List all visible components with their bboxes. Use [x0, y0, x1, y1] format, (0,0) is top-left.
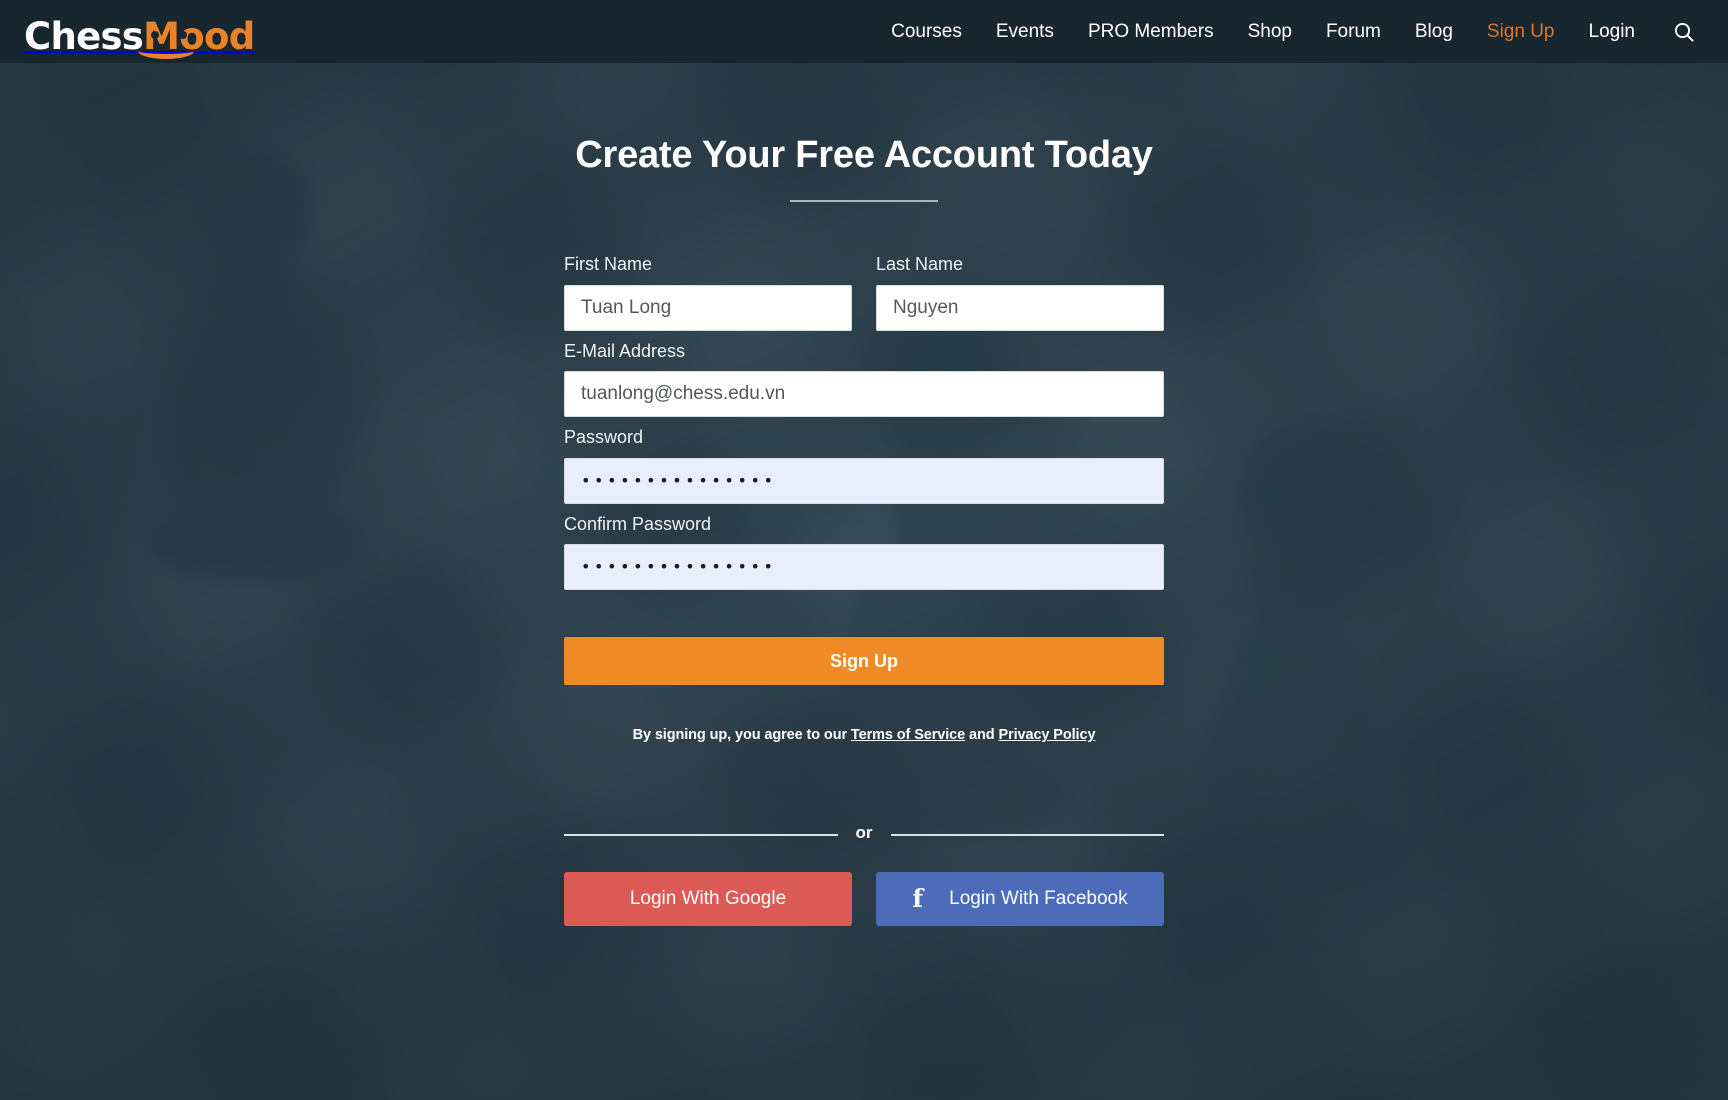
google-button-label: Login With Google	[629, 888, 787, 910]
confirm-password-label: Confirm Password	[564, 513, 712, 534]
confirm-password-field-group: Confirm Password •••••••••••••••	[564, 514, 1164, 591]
terms-of-service-link[interactable]: Terms of Service	[851, 727, 965, 743]
email-field-group: E-Mail Address	[564, 341, 1164, 418]
first-name-label: First Name	[564, 254, 653, 274]
nav-item-sign-up[interactable]: Sign Up	[1470, 0, 1572, 63]
logo-text-chess: Chess	[24, 14, 144, 58]
or-divider: or	[564, 823, 1164, 845]
signup-page: ChessMood Courses Events PRO Members Sho…	[0, 0, 1728, 1100]
nav-item-shop[interactable]: Shop	[1231, 0, 1309, 63]
last-name-input[interactable]	[876, 284, 1164, 331]
login-with-facebook-button[interactable]: f Login With Facebook	[876, 872, 1164, 927]
or-divider-line-left	[564, 834, 838, 837]
name-row: First Name Last Name	[564, 254, 1164, 341]
nav-item-blog[interactable]: Blog	[1398, 0, 1470, 63]
search-icon	[1672, 20, 1696, 44]
nav-item-login[interactable]: Login	[1572, 0, 1653, 63]
signup-content: Create Your Free Account Today First Nam…	[0, 63, 1728, 927]
privacy-policy-link[interactable]: Privacy Policy	[998, 727, 1095, 743]
site-header: ChessMood Courses Events PRO Members Sho…	[0, 0, 1728, 63]
facebook-f-icon: f	[912, 883, 924, 913]
sign-up-submit-button[interactable]: Sign Up	[564, 637, 1164, 686]
confirm-password-input[interactable]: •••••••••••••••	[564, 544, 1164, 591]
last-name-label: Last Name	[876, 254, 964, 274]
facebook-button-label: Login With Facebook	[949, 888, 1128, 910]
email-input[interactable]	[564, 371, 1164, 418]
signup-form: First Name Last Name E-Mail Address Pass…	[564, 202, 1164, 743]
social-login-row: Login With Google f Login With Facebook	[564, 872, 1164, 927]
terms-middle-text: and	[965, 727, 999, 744]
login-with-google-button[interactable]: Login With Google	[564, 872, 852, 927]
first-name-field-group: First Name	[564, 254, 852, 331]
logo-chessmood[interactable]: ChessMood	[24, 9, 255, 59]
email-label: E-Mail Address	[564, 340, 686, 361]
logo-eye-right-icon	[179, 30, 187, 39]
password-label: Password	[564, 427, 644, 448]
password-field-group: Password •••••••••••••••	[564, 427, 1164, 504]
last-name-field-group: Last Name	[876, 254, 1164, 331]
or-divider-label: or	[855, 823, 873, 843]
terms-prefix-text: By signing up, you agree to our	[632, 727, 851, 744]
main-navigation: Courses Events PRO Members Shop Forum Bl…	[874, 0, 1728, 63]
or-divider-line-right	[890, 834, 1164, 837]
search-button[interactable]	[1652, 20, 1714, 44]
page-title: Create Your Free Account Today	[575, 134, 1153, 176]
logo-eye-left-icon	[151, 30, 159, 39]
logo-smile-icon	[138, 43, 194, 59]
nav-item-forum[interactable]: Forum	[1309, 0, 1398, 63]
first-name-input[interactable]	[564, 284, 852, 331]
terms-notice: By signing up, you agree to our Terms of…	[564, 727, 1164, 743]
password-input[interactable]: •••••••••••••••	[564, 457, 1164, 504]
nav-item-events[interactable]: Events	[979, 0, 1071, 63]
nav-item-courses[interactable]: Courses	[874, 0, 979, 63]
nav-item-pro-members[interactable]: PRO Members	[1071, 0, 1231, 63]
